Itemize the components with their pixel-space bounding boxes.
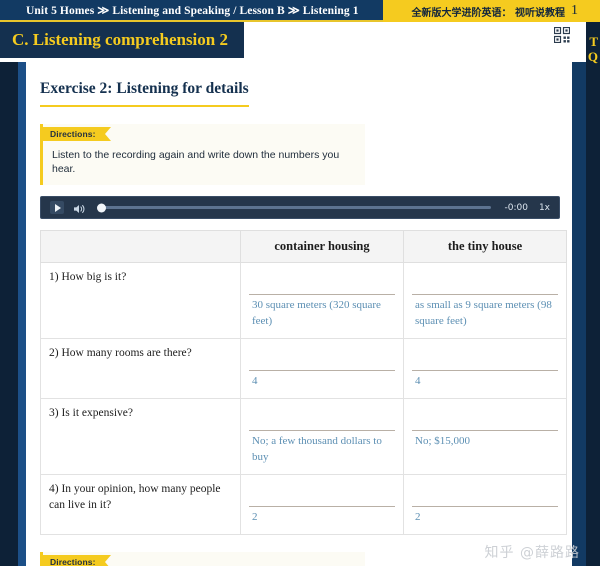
table-row: 1) How big is it? 30 square meters (320 … <box>40 262 567 340</box>
question-cell: 1) How big is it? <box>40 262 241 340</box>
directions-tag: Directions: <box>43 554 110 566</box>
answer-text: 30 square meters (320 square feet) <box>252 299 381 328</box>
volume-icon[interactable] <box>73 202 86 214</box>
answer-cell-tiny[interactable]: 2 <box>403 474 567 535</box>
answer-text: 2 <box>415 511 421 524</box>
book-title-bar: 全新版大学进阶英语： 视听说教程 1 <box>383 0 600 22</box>
question-cell: 2) How many rooms are there? <box>40 338 241 400</box>
right-rail-strip <box>572 22 586 566</box>
right-rail <box>586 0 600 566</box>
answer-cell-tiny[interactable]: as small as 9 square meters (98 square f… <box>403 262 567 340</box>
answer-cell-container[interactable]: 30 square meters (320 square feet) <box>240 262 404 340</box>
book-title: 全新版大学进阶英语： 视听说教程 <box>411 7 565 19</box>
app-root: Unit 5 Homes ≫ Listening and Speaking / … <box>0 0 600 566</box>
answer-cell-container[interactable]: 4 <box>240 338 404 400</box>
answer-cell-tiny[interactable]: No; $15,000 <box>403 398 567 476</box>
section-title-banner: C. Listening comprehension 2 <box>0 22 244 58</box>
answer-text: No; $15,000 <box>415 435 470 448</box>
progress-knob[interactable] <box>97 203 106 213</box>
left-rail <box>0 0 18 566</box>
table-header-tiny-house: the tiny house <box>403 230 567 264</box>
directions-text: Listen to the recording again and write … <box>52 149 340 176</box>
answer-text: 2 <box>252 511 258 524</box>
answer-text: 4 <box>415 375 421 388</box>
playback-rate-button[interactable]: 1x <box>539 203 550 213</box>
left-rail-accent <box>18 62 26 566</box>
section-title: C. Listening comprehension 2 <box>12 30 228 49</box>
directions-block-1: Directions: Listen to the recording agai… <box>40 124 365 186</box>
table-row: 4) In your opinion, how many people can … <box>40 474 567 535</box>
answer-cell-container[interactable]: No; a few thousand dollars to buy <box>240 398 404 476</box>
topbar: Unit 5 Homes ≫ Listening and Speaking / … <box>0 0 600 22</box>
page-number: 1 <box>571 3 578 18</box>
answer-cell-tiny[interactable]: 4 <box>403 338 567 400</box>
answer-text: 4 <box>252 375 258 388</box>
progress-slider[interactable] <box>97 203 492 213</box>
directions-block-2: Directions: Fill in the blanks with the … <box>40 551 365 566</box>
play-icon[interactable] <box>50 201 64 215</box>
corner-label-t: T <box>589 34 598 49</box>
answer-cell-container[interactable]: 2 <box>240 474 404 535</box>
answer-text: No; a few thousand dollars to buy <box>252 435 382 464</box>
time-remaining: -0:00 <box>504 202 528 213</box>
question-cell: 4) In your opinion, how many people can … <box>40 474 241 535</box>
answers-table: container housing the tiny house 1) How … <box>40 230 567 535</box>
answer-text: as small as 9 square meters (98 square f… <box>415 299 552 328</box>
table-row: 2) How many rooms are there? 4 4 <box>40 338 567 400</box>
question-cell: 3) Is it expensive? <box>40 398 241 476</box>
watermark: 知乎 @薛路路 <box>484 545 580 561</box>
table-header-row: container housing the tiny house <box>40 230 567 264</box>
page-content: Exercise 2: Listening for details Direct… <box>26 62 572 566</box>
corner-label-q: Q <box>587 49 598 64</box>
audio-player[interactable]: -0:00 1x <box>40 196 560 220</box>
directions-tag: Directions: <box>43 127 110 141</box>
table-row: 3) Is it expensive? No; a few thousand d… <box>40 398 567 476</box>
banner-row: C. Listening comprehension 2 <box>0 22 586 62</box>
table-header-container-housing: container housing <box>240 230 404 264</box>
breadcrumb[interactable]: Unit 5 Homes ≫ Listening and Speaking / … <box>0 0 383 22</box>
qr-code-icon[interactable] <box>553 26 571 44</box>
table-header-blank <box>40 230 241 264</box>
exercise-title: Exercise 2: Listening for details <box>40 80 249 107</box>
